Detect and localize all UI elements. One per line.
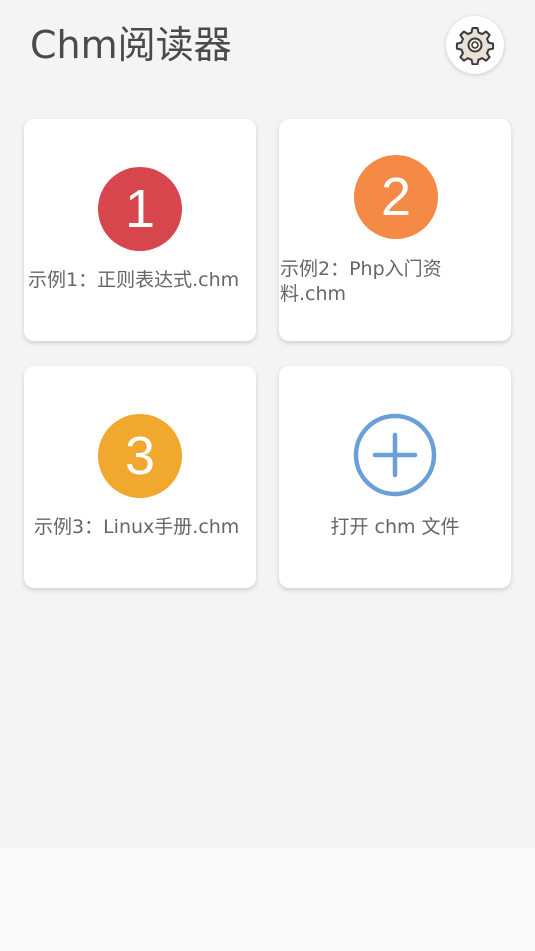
sample-card-2[interactable]: 2 示例2：Php入门资料.chm (279, 119, 511, 341)
app-screen: Chm阅读器 1 示例1：正则表达式.chm 2 示例2：Php入门资料.chm… (0, 0, 535, 951)
card-label-3: 示例3：Linux手册.chm (34, 516, 240, 538)
card-label-2: 示例2：Php入门资料.chm (280, 258, 442, 305)
settings-button[interactable] (446, 16, 504, 74)
sample-card-1[interactable]: 1 示例1：正则表达式.chm (24, 119, 256, 341)
number-badge-3: 3 (98, 414, 182, 498)
app-title: Chm阅读器 (30, 23, 232, 67)
card-label-1: 示例1：正则表达式.chm (28, 269, 240, 291)
open-chm-card[interactable]: 打开 chm 文件 (279, 366, 511, 588)
number-badge-2: 2 (354, 155, 438, 239)
app-header: Chm阅读器 (0, 0, 535, 90)
open-chm-label: 打开 chm 文件 (330, 516, 460, 538)
bottom-area (0, 848, 535, 951)
add-circle-icon (353, 413, 437, 497)
gear-icon (455, 27, 495, 65)
sample-card-3[interactable]: 3 示例3：Linux手册.chm (24, 366, 256, 588)
number-badge-1: 1 (98, 167, 182, 251)
